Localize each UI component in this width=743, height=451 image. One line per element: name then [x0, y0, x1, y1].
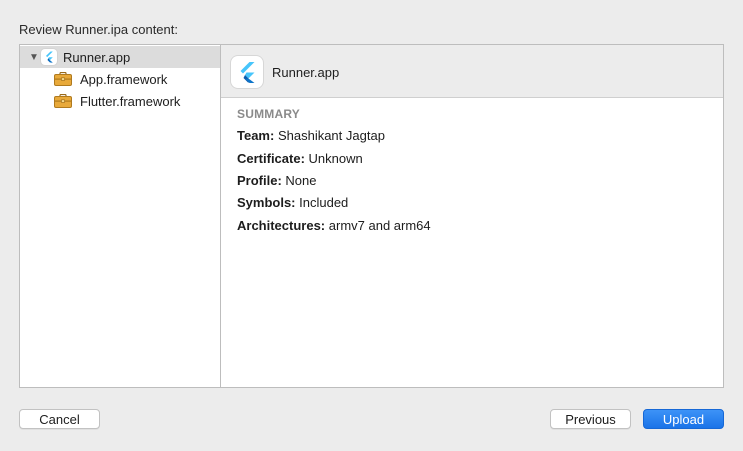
field-certificate: Certificate: Unknown [237, 151, 363, 166]
field-team: Team: Shashikant Jagtap [237, 128, 385, 143]
field-value: None [285, 173, 317, 188]
previous-button[interactable]: Previous [550, 409, 631, 429]
cancel-button[interactable]: Cancel [19, 409, 100, 429]
detail-pane: Runner.app SUMMARY Team: Shashikant Jagt… [221, 45, 723, 387]
tree-item-label: App.framework [80, 71, 168, 87]
content-frame: ▼ Runner.app App.framework Flutter.frame… [19, 44, 724, 388]
upload-button[interactable]: Upload [643, 409, 724, 429]
tree-item-app-framework[interactable]: App.framework [20, 68, 220, 90]
flutter-app-icon [231, 56, 263, 88]
field-key: Profile: [237, 173, 282, 188]
disclosure-triangle-icon[interactable]: ▼ [27, 52, 41, 63]
field-key: Symbols: [237, 195, 296, 210]
flutter-app-icon [41, 49, 57, 65]
field-symbols: Symbols: Included [237, 195, 348, 210]
field-key: Certificate: [237, 151, 305, 166]
field-value: Included [299, 195, 349, 210]
briefcase-icon [54, 71, 72, 86]
briefcase-icon [54, 93, 72, 108]
tree-item-runner-app[interactable]: ▼ Runner.app [20, 46, 220, 68]
summary-heading: SUMMARY [237, 107, 300, 121]
field-architectures: Architectures: armv7 and arm64 [237, 218, 431, 233]
field-value: Shashikant Jagtap [277, 128, 385, 143]
sheet-heading: Review Runner.ipa content: [19, 22, 178, 37]
tree-item-flutter-framework[interactable]: Flutter.framework [20, 90, 220, 112]
ipa-review-sheet: Review Runner.ipa content: ▼ Runner.app [0, 0, 743, 451]
detail-header: Runner.app [221, 45, 723, 98]
tree-item-label: Runner.app [63, 49, 131, 65]
field-profile: Profile: None [237, 173, 317, 188]
field-key: Team: [237, 128, 275, 143]
field-key: Architectures: [237, 218, 326, 233]
file-tree: ▼ Runner.app App.framework Flutter.frame… [20, 45, 221, 387]
tree-item-label: Flutter.framework [80, 93, 181, 109]
field-value: Unknown [308, 151, 363, 166]
field-value: armv7 and arm64 [328, 218, 431, 233]
detail-title: Runner.app [272, 65, 340, 80]
